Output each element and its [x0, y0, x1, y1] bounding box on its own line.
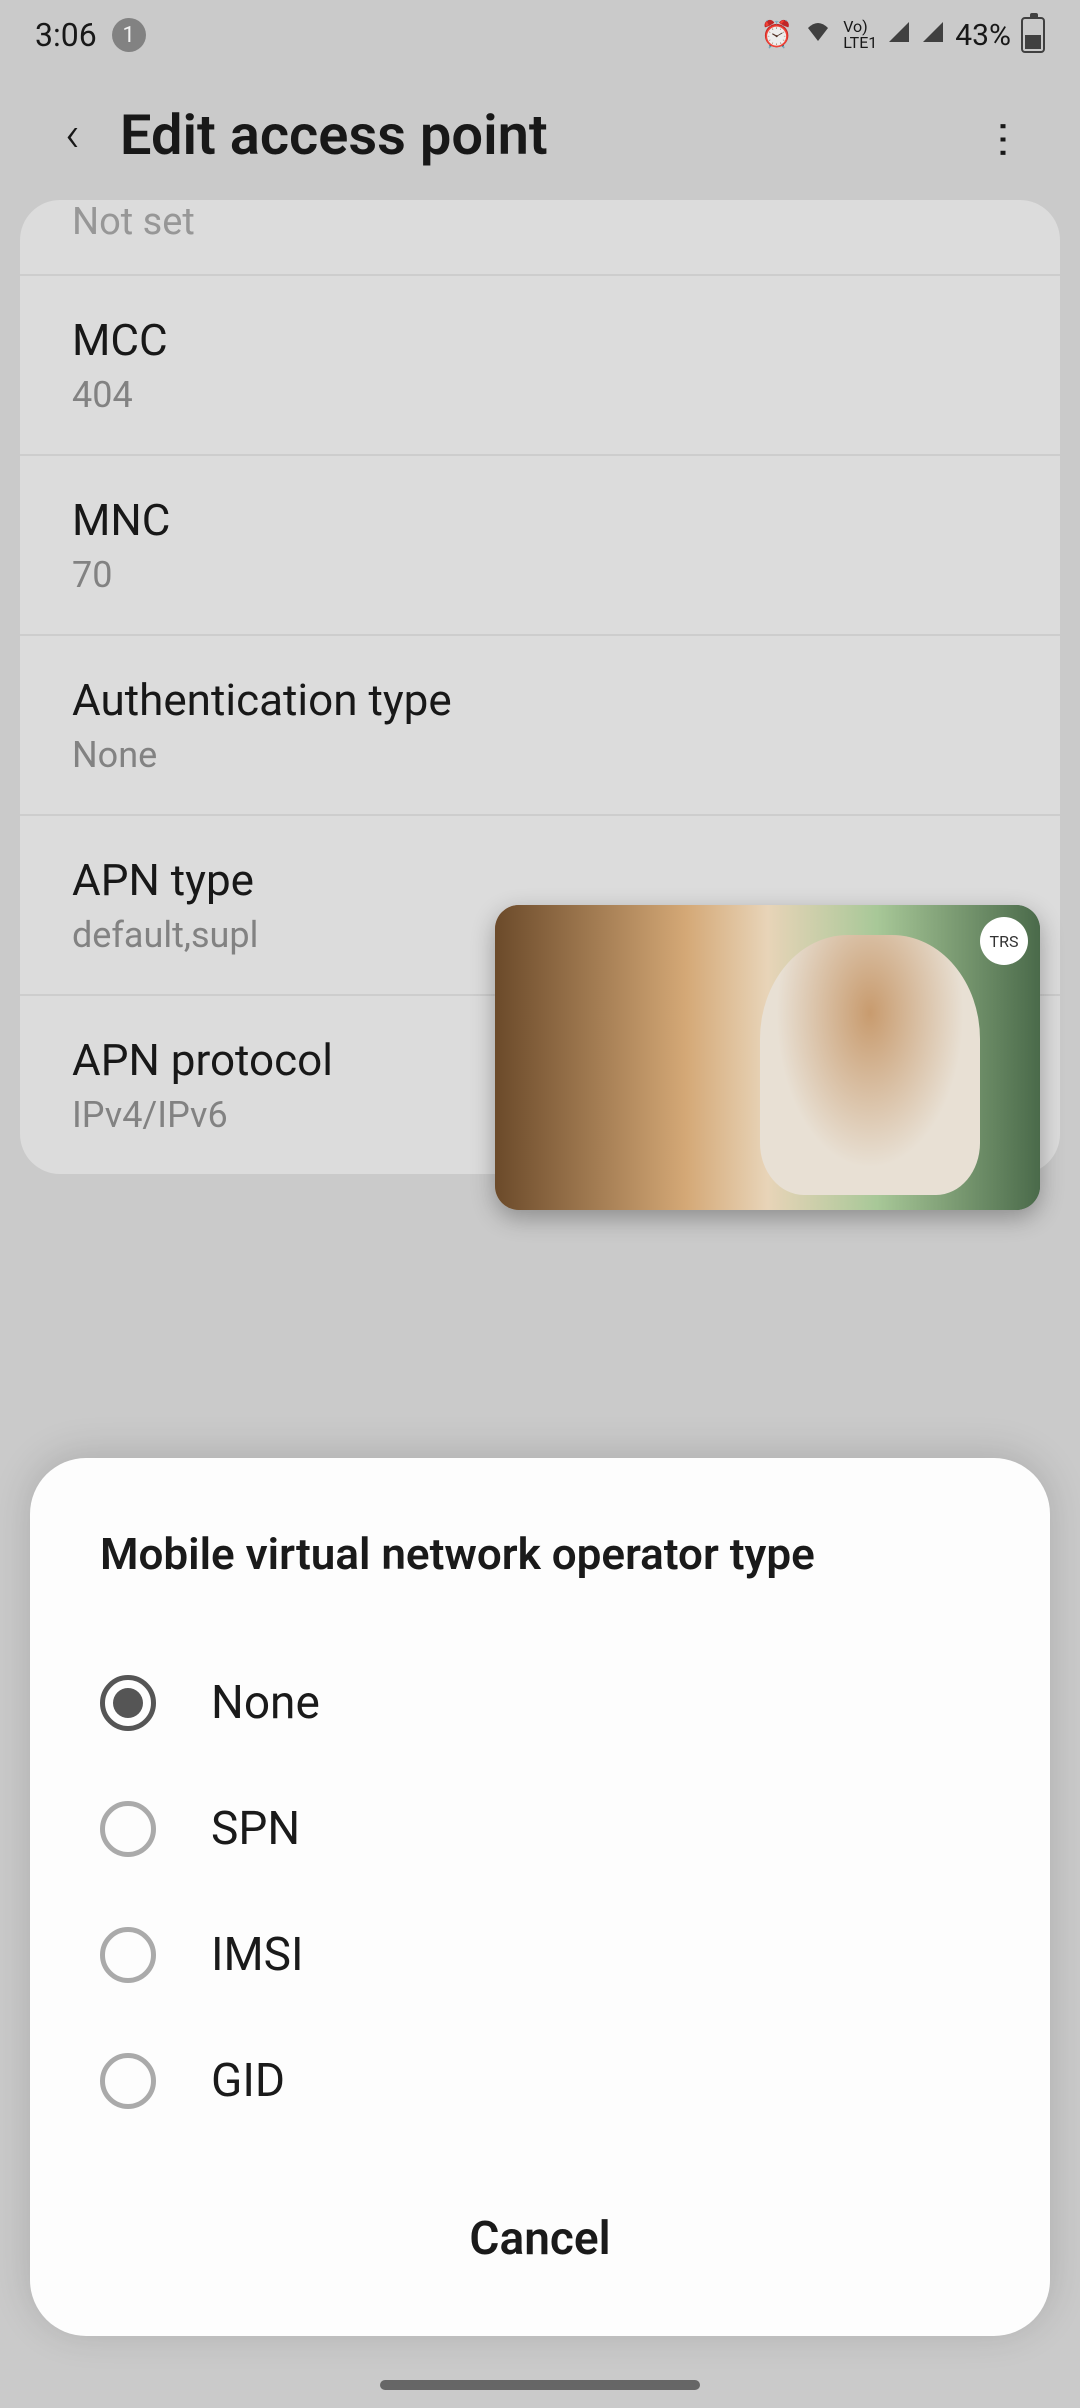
pip-person [760, 935, 980, 1195]
radio-icon [100, 2053, 156, 2109]
radio-label: IMSI [211, 1928, 304, 1982]
status-time: 3:06 [35, 16, 97, 54]
settings-item-mnc[interactable]: MNC 70 [20, 454, 1060, 634]
status-left: 3:06 1 [35, 16, 146, 54]
radio-label: None [211, 1676, 320, 1730]
settings-item-cut[interactable]: Not set [20, 200, 1060, 274]
signal-icon-1 [887, 20, 911, 51]
pip-content: TRS [495, 905, 1040, 1210]
radio-option-gid[interactable]: GID [100, 2018, 980, 2144]
radio-icon [100, 1675, 156, 1731]
settings-item-mcc[interactable]: MCC 404 [20, 274, 1060, 454]
page-title: Edit access point [120, 102, 948, 168]
battery-icon [1021, 17, 1045, 53]
settings-label: APN type [72, 854, 1008, 906]
notification-badge: 1 [112, 18, 146, 52]
pip-video[interactable]: TRS [495, 905, 1040, 1210]
settings-label: MNC [72, 494, 1008, 546]
radio-option-spn[interactable]: SPN [100, 1766, 980, 1892]
back-icon[interactable]: ‹ [65, 106, 80, 164]
signal-icon-2 [921, 20, 945, 51]
pip-channel-badge: TRS [980, 917, 1028, 965]
mvno-type-sheet: Mobile virtual network operator type Non… [30, 1458, 1050, 2336]
settings-value: 404 [72, 374, 1008, 416]
settings-label: MCC [72, 314, 1008, 366]
settings-item-auth-type[interactable]: Authentication type None [20, 634, 1060, 814]
settings-value: None [72, 734, 1008, 776]
radio-label: GID [211, 2054, 285, 2108]
status-right: ⏰ Vo)LTE1 43% [761, 17, 1045, 53]
cancel-button[interactable]: Cancel [30, 2164, 1050, 2286]
alarm-icon: ⏰ [761, 20, 793, 50]
radio-label: SPN [211, 1802, 300, 1856]
settings-value: 70 [72, 554, 1008, 596]
wifi-icon [803, 20, 833, 51]
battery-text: 43% [955, 18, 1011, 53]
radio-option-none[interactable]: None [100, 1640, 980, 1766]
radio-icon [100, 1801, 156, 1857]
settings-label: Authentication type [72, 674, 1008, 726]
radio-option-imsi[interactable]: IMSI [100, 1892, 980, 2018]
volte-icon: Vo)LTE1 [843, 19, 877, 51]
radio-icon [100, 1927, 156, 1983]
app-header: ‹ Edit access point ⋯ [0, 70, 1080, 200]
sheet-title: Mobile virtual network operator type [30, 1528, 1050, 1580]
gesture-bar[interactable] [380, 2380, 700, 2390]
status-bar: 3:06 1 ⏰ Vo)LTE1 43% [0, 0, 1080, 70]
radio-list: None SPN IMSI GID [30, 1640, 1050, 2144]
more-icon[interactable]: ⋯ [981, 119, 1028, 151]
